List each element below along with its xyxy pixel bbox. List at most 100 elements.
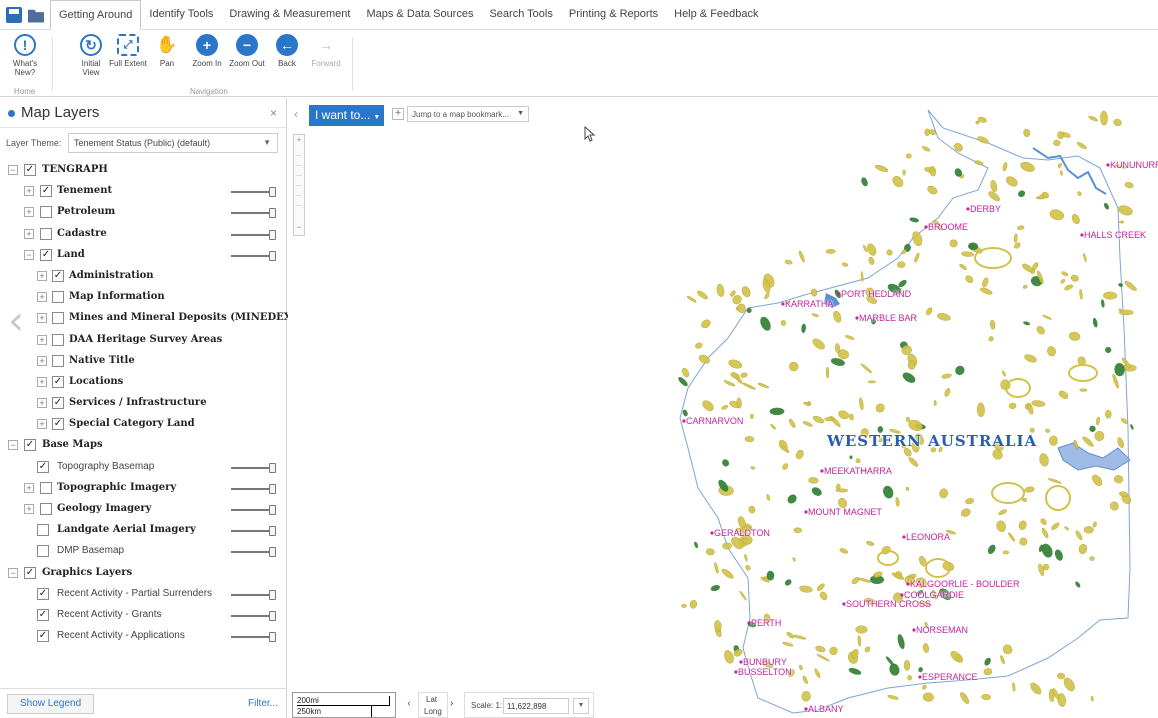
layer-row[interactable]: ✓ Recent Activity - Grants [0, 605, 286, 626]
town-label[interactable]: MEEKATHARRA [824, 466, 892, 476]
show-legend-button[interactable]: Show Legend [7, 694, 95, 714]
collapse-icon[interactable]: − [8, 567, 18, 578]
slider-handle[interactable] [269, 547, 276, 558]
collapse-icon[interactable]: − [24, 249, 34, 260]
layer-checkbox[interactable] [52, 354, 64, 367]
town-label[interactable]: CARNARVON [686, 416, 743, 426]
opacity-slider[interactable] [231, 208, 277, 219]
layer-checkbox[interactable]: ✓ [24, 164, 36, 176]
opacity-slider[interactable] [231, 632, 277, 643]
i-want-to-button[interactable]: I want to... ▼ [309, 105, 384, 126]
chevron-down-icon[interactable]: ▼ [573, 698, 589, 714]
layer-checkbox[interactable] [52, 312, 64, 325]
layer-checkbox[interactable]: ✓ [24, 566, 36, 579]
town-label[interactable]: HALLS CREEK [1084, 230, 1146, 240]
opacity-slider[interactable] [231, 526, 277, 537]
open-folder-icon[interactable] [28, 9, 44, 23]
collapse-icon[interactable]: − [8, 165, 18, 175]
layer-checkbox[interactable]: ✓ [52, 397, 64, 410]
expand-icon[interactable]: + [24, 228, 34, 239]
town-label[interactable]: BROOME [928, 222, 968, 232]
layer-checkbox[interactable]: ✓ [52, 269, 64, 282]
expand-icon[interactable]: + [37, 419, 47, 430]
slider-handle[interactable] [269, 505, 276, 515]
layer-row[interactable]: ✓ Topography Basemap [0, 457, 286, 478]
tab-identify-tools[interactable]: Identify Tools [141, 0, 221, 29]
collapse-icon[interactable]: − [8, 440, 18, 451]
expand-icon[interactable]: + [37, 398, 47, 409]
layer-checkbox[interactable] [52, 333, 64, 346]
expand-icon[interactable]: + [37, 270, 47, 281]
layer-checkbox[interactable] [52, 291, 64, 304]
slider-handle[interactable] [269, 187, 276, 198]
layer-checkbox[interactable] [37, 524, 49, 537]
layer-checkbox[interactable] [37, 545, 49, 558]
layer-row[interactable]: + DAA Heritage Survey Areas [0, 330, 286, 351]
layer-checkbox[interactable] [40, 206, 52, 219]
layer-row[interactable]: − ✓ Land [0, 245, 286, 266]
slider-handle[interactable] [269, 589, 276, 600]
tab-search-tools[interactable]: Search Tools [481, 0, 560, 29]
opacity-slider[interactable] [231, 589, 277, 600]
chevron-right-icon[interactable]: › [450, 694, 462, 714]
tab-maps-data-sources[interactable]: Maps & Data Sources [358, 0, 481, 29]
expand-icon[interactable]: + [24, 504, 34, 514]
layer-checkbox[interactable]: ✓ [37, 587, 49, 600]
town-label[interactable]: BUNBURY [743, 657, 787, 667]
layer-checkbox[interactable]: ✓ [40, 248, 52, 261]
opacity-slider[interactable] [231, 505, 277, 515]
layer-row[interactable]: − ✓ Graphics Layers [0, 563, 286, 584]
layer-checkbox[interactable]: ✓ [37, 630, 49, 643]
town-label[interactable]: KARRATHA [785, 299, 833, 309]
opacity-slider[interactable] [231, 229, 277, 240]
town-label[interactable]: SOUTHERN CROSS [846, 599, 931, 609]
layer-row[interactable]: + Mines and Mineral Deposits (MINEDEX) [0, 308, 296, 329]
expand-panel-chevron-icon[interactable]: ‹ [294, 107, 298, 121]
layer-row[interactable]: + Geology Imagery [0, 499, 286, 520]
town-label[interactable]: BUSSELTON [738, 667, 792, 677]
opacity-slider[interactable] [231, 483, 277, 494]
slider-handle[interactable] [269, 208, 276, 219]
expand-icon[interactable]: + [37, 334, 47, 345]
layer-row[interactable]: ✓ Recent Activity - Partial Surrenders [0, 584, 286, 605]
slider-handle[interactable] [269, 610, 276, 621]
layer-theme-select[interactable]: Tenement Status (Public) (default) ▼ [68, 133, 278, 153]
expand-icon[interactable]: + [24, 207, 34, 218]
scale-input[interactable]: 11,622,898 [503, 698, 569, 714]
layer-row[interactable]: + Map Information [0, 287, 286, 308]
town-label[interactable]: MOUNT MAGNET [808, 507, 882, 517]
town-label[interactable]: MARBLE BAR [859, 313, 917, 323]
zoom-in-button[interactable]: + Zoom In [188, 34, 226, 68]
layer-row[interactable]: + Cadastre [0, 224, 286, 245]
slider-handle[interactable] [269, 250, 276, 261]
zoom-minus-icon[interactable]: − [294, 223, 304, 233]
layer-row[interactable]: DMP Basemap [0, 541, 286, 562]
collapse-panel-chevron-icon[interactable]: ‹ [8, 301, 24, 343]
close-icon[interactable]: × [270, 106, 277, 120]
layer-row[interactable]: + Native Title [0, 351, 286, 372]
layer-checkbox[interactable]: ✓ [24, 439, 36, 452]
layer-row[interactable]: − ✓ TENGRAPH [0, 160, 286, 181]
layer-row[interactable]: + Topographic Imagery [0, 478, 286, 499]
pan-button[interactable]: ✋ Pan [148, 34, 186, 68]
tab-help-feedback[interactable]: Help & Feedback [666, 0, 766, 29]
bookmark-select[interactable]: Jump to a map bookmark... ▼ [407, 106, 529, 122]
layer-checkbox[interactable] [40, 503, 52, 515]
layer-row[interactable]: + ✓ Administration [0, 266, 286, 287]
opacity-slider[interactable] [231, 547, 277, 558]
layer-row[interactable]: + ✓ Tenement [0, 181, 286, 202]
opacity-slider[interactable] [231, 462, 277, 473]
chevron-left-icon[interactable]: ‹ [402, 694, 416, 714]
layer-checkbox[interactable]: ✓ [37, 608, 49, 621]
layer-row[interactable]: − ✓ Base Maps [0, 435, 286, 456]
layer-row[interactable]: Landgate Aerial Imagery [0, 520, 286, 541]
expand-icon[interactable]: + [37, 292, 47, 303]
expand-icon[interactable]: + [37, 355, 47, 366]
initial-view-button[interactable]: ↻ Initial View [72, 34, 110, 77]
town-label[interactable]: ALBANY [808, 704, 844, 714]
town-label[interactable]: DERBY [970, 204, 1001, 214]
town-label[interactable]: PERTH [751, 618, 781, 628]
full-extent-button[interactable]: ⤢ Full Extent [109, 34, 147, 68]
town-label[interactable]: PORT HEDLAND [841, 289, 911, 299]
expand-icon[interactable]: + [37, 313, 47, 324]
